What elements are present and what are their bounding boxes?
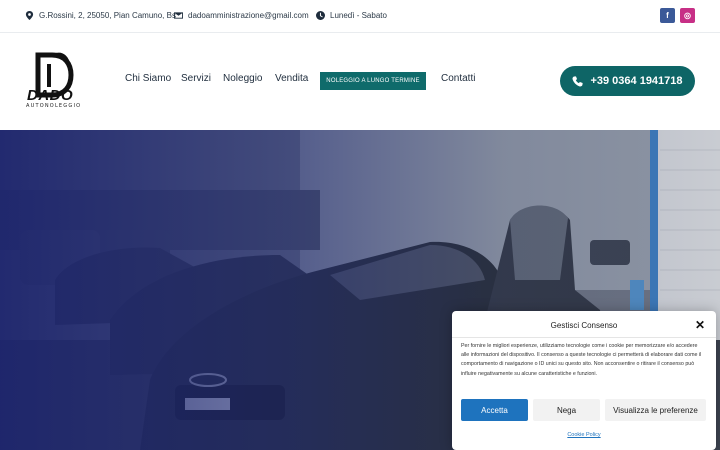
instagram-glyph: ◎ [684, 11, 691, 20]
clock-icon [316, 11, 325, 20]
email-item[interactable]: dadoamministrazione@gmail.com [174, 11, 309, 20]
nav-long-term-rental-button[interactable]: NOLEGGIO A LUNGO TERMINE [320, 72, 426, 90]
view-preferences-button[interactable]: Visualizza le preferenze [605, 399, 706, 421]
deny-button[interactable]: Nega [533, 399, 600, 421]
cookie-policy-link[interactable]: Cookie Policy [452, 432, 716, 438]
nav-vendita[interactable]: Vendita [275, 73, 308, 84]
close-icon[interactable]: ✕ [694, 319, 706, 331]
brand-name: DADO [27, 87, 74, 104]
site-header: DADO AUTONOLEGGIO Chi Siamo Servizi Nole… [0, 33, 720, 130]
cookie-title: Gestisci Consenso [550, 321, 618, 330]
address-text: G.Rossini, 2, 25050, Pian Camuno, Bs [39, 11, 176, 20]
nav-contatti[interactable]: Contatti [441, 73, 475, 84]
nav-chi-siamo[interactable]: Chi Siamo [125, 73, 171, 84]
map-pin-icon [25, 11, 34, 20]
nav-noleggio[interactable]: Noleggio [223, 73, 262, 84]
email-text[interactable]: dadoamministrazione@gmail.com [188, 11, 309, 20]
phone-icon [572, 75, 584, 86]
accept-button[interactable]: Accetta [461, 399, 528, 421]
hours-text: Lunedì - Sabato [330, 11, 387, 20]
cookie-divider [452, 337, 716, 338]
facebook-glyph: f [666, 11, 669, 20]
cookie-description: Per fornire le migliori esperienze, util… [461, 343, 702, 377]
top-info-bar: G.Rossini, 2, 25050, Pian Camuno, Bs dad… [0, 0, 720, 33]
instagram-icon[interactable]: ◎ [680, 8, 695, 23]
envelope-icon [174, 12, 183, 19]
facebook-icon[interactable]: f [660, 8, 675, 23]
brand-tagline: AUTONOLEGGIO [26, 103, 82, 109]
phone-number: +39 0364 1941718 [590, 75, 683, 87]
nav-servizi[interactable]: Servizi [181, 73, 211, 84]
phone-button[interactable]: +39 0364 1941718 [560, 66, 695, 96]
hours-item: Lunedì - Sabato [316, 11, 387, 20]
address-item: G.Rossini, 2, 25050, Pian Camuno, Bs [25, 11, 176, 20]
cookie-consent-dialog: Gestisci Consenso ✕ Per fornire le migli… [452, 311, 716, 450]
